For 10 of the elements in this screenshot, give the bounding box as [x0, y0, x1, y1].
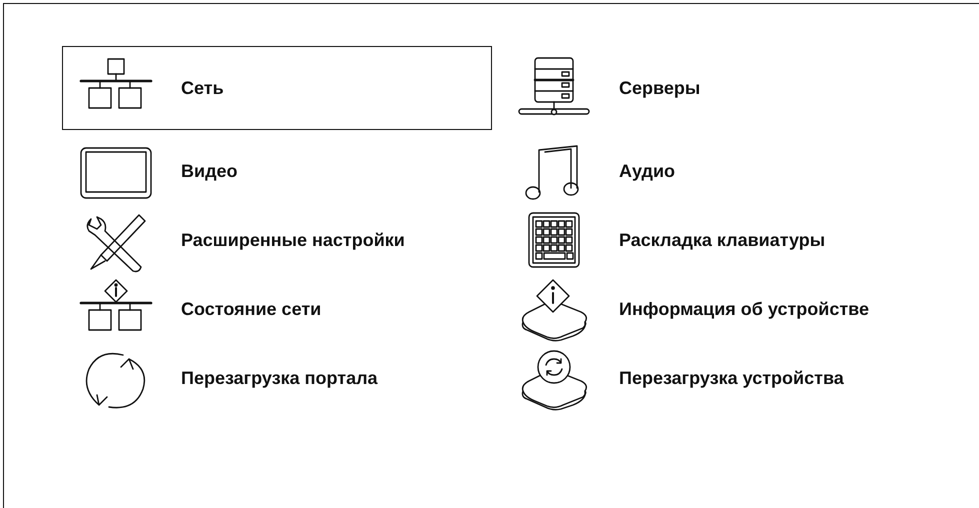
menu-item[interactable]: Серверы [500, 54, 930, 122]
menu-item[interactable]: Сеть [62, 46, 492, 130]
menu-item[interactable]: Перезагрузка портала [62, 344, 492, 413]
menu-item[interactable]: Расширенные настройки [62, 206, 492, 275]
menu-item[interactable]: Состояние сети [62, 275, 492, 344]
menu-item[interactable]: Раскладка клавиатуры [500, 206, 930, 275]
menu-item[interactable]: Информация об устройстве [500, 275, 930, 344]
menu-item[interactable]: Перезагрузка устройства [500, 344, 930, 413]
menu-item[interactable]: Видео [62, 137, 492, 206]
menu-item[interactable]: Аудио [500, 137, 930, 206]
